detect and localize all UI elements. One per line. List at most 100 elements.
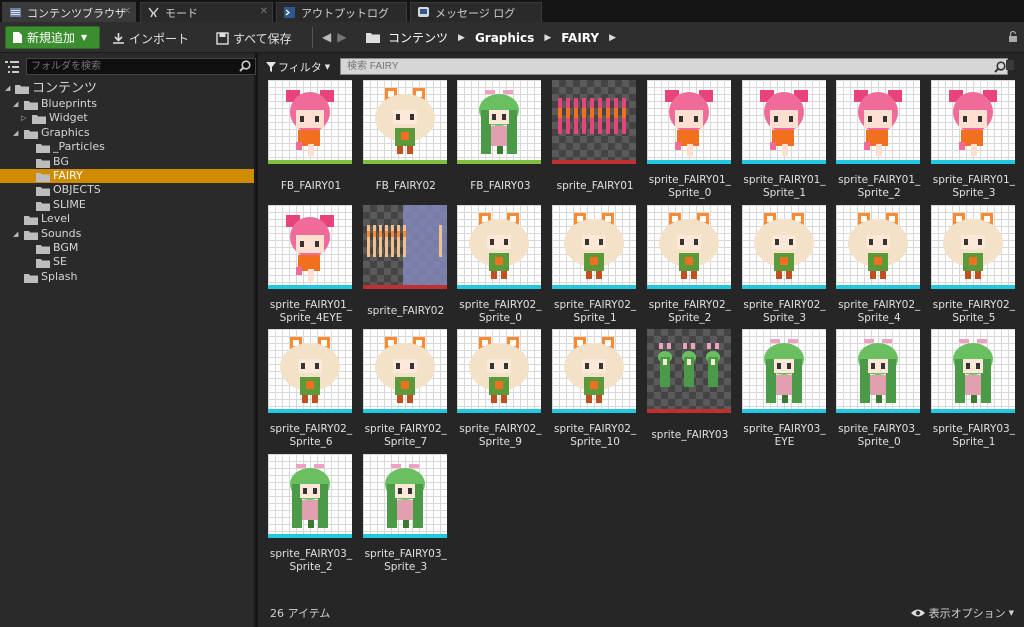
asset-tile[interactable]: sprite_FAIRY02_ Sprite_4 xyxy=(834,204,924,325)
asset-tile[interactable]: sprite_FAIRY01_ Sprite_4EYE xyxy=(266,204,356,325)
chevron-right-icon[interactable]: ▶ xyxy=(609,33,616,43)
tree-item-splash[interactable]: Splash xyxy=(0,270,254,284)
lock-icon[interactable] xyxy=(1008,31,1018,42)
tree-item-bgm[interactable]: BGM xyxy=(0,241,254,255)
tree-item-content[interactable]: ◢ コンテンツ xyxy=(0,80,254,97)
tree-item-bg[interactable]: BG xyxy=(0,155,254,169)
asset-type-strip xyxy=(646,284,731,289)
tab-output-log[interactable]: アウトプットログ xyxy=(276,2,407,22)
breadcrumb-item[interactable]: コンテンツ xyxy=(388,29,448,46)
asset-type-strip xyxy=(741,160,826,164)
asset-name: FB_FAIRY02 xyxy=(375,180,436,192)
asset-tile[interactable]: sprite_FAIRY03_ EYE xyxy=(740,329,830,449)
folder-icon xyxy=(24,101,38,110)
asset-tile[interactable]: sprite_FAIRY03_ Sprite_2 xyxy=(266,453,356,574)
tree-item-objects[interactable]: OBJECTS xyxy=(0,183,254,197)
asset-tile[interactable]: sprite_FAIRY02_ Sprite_6 xyxy=(266,329,356,449)
expanded-arrow-icon[interactable]: ◢ xyxy=(5,80,10,97)
asset-thumbnail xyxy=(836,80,921,164)
asset-tile[interactable]: sprite_FAIRY01_ Sprite_0 xyxy=(645,80,735,200)
tab-message-log[interactable]: メッセージ ログ xyxy=(410,2,542,22)
expanded-arrow-icon[interactable]: ◢ xyxy=(13,227,18,241)
fairy-thumbnail-art xyxy=(942,212,1003,279)
asset-tile[interactable]: sprite_FAIRY01 xyxy=(550,80,640,200)
tree-item-fairy[interactable]: FAIRY xyxy=(0,168,254,184)
scrollbar[interactable] xyxy=(1006,60,1014,70)
tree-item-particles[interactable]: _Particles xyxy=(0,140,254,154)
asset-tile[interactable]: sprite_FAIRY02_ Sprite_0 xyxy=(455,204,545,325)
asset-search-input[interactable] xyxy=(340,58,1008,75)
folder-icon xyxy=(24,129,38,139)
asset-tile[interactable]: sprite_FAIRY01_ Sprite_2 xyxy=(834,80,924,200)
asset-tile[interactable]: FB_FAIRY02 xyxy=(361,80,451,200)
tab-modes[interactable]: モード ✕ xyxy=(140,2,273,22)
fairy-thumbnail-art xyxy=(759,90,808,156)
asset-tile[interactable]: sprite_FAIRY02_ Sprite_3 xyxy=(740,204,830,325)
tree-item-label: BGM xyxy=(53,240,79,254)
asset-name: sprite_FAIRY03_ Sprite_3 xyxy=(364,547,447,573)
folder-tree: ◢ コンテンツ ◢ Blueprints ▷ Widget ◢ Graphics _Part… xyxy=(0,80,254,284)
filter-button[interactable]: フィルタ ▼ xyxy=(266,58,330,75)
asset-tile[interactable]: FB_FAIRY01 xyxy=(266,80,356,200)
tree-item-se[interactable]: SE xyxy=(0,255,254,269)
asset-tile[interactable]: sprite_FAIRY02_ Sprite_5 xyxy=(929,204,1019,325)
asset-type-strip xyxy=(646,160,731,164)
toolbar-divider xyxy=(312,27,313,48)
asset-tile[interactable]: sprite_FAIRY03 xyxy=(645,329,735,449)
output-log-icon xyxy=(283,6,296,19)
tree-item-widget[interactable]: ▷ Widget xyxy=(0,111,254,125)
chevron-right-icon[interactable]: ▶ xyxy=(458,33,465,43)
fairy-thumbnail-art xyxy=(479,90,520,154)
collapsed-arrow-icon[interactable]: ▷ xyxy=(21,111,26,125)
close-icon[interactable]: ✕ xyxy=(260,6,268,17)
filter-bar: フィルタ ▼ xyxy=(266,58,1014,75)
asset-tile[interactable]: sprite_FAIRY03_ Sprite_3 xyxy=(361,453,451,574)
asset-tile[interactable]: sprite_FAIRY02_ Sprite_2 xyxy=(645,204,735,325)
asset-tile[interactable]: FB_FAIRY03 xyxy=(455,80,545,200)
tree-item-blueprints[interactable]: ◢ Blueprints xyxy=(0,97,254,111)
expanded-arrow-icon[interactable]: ◢ xyxy=(13,97,18,111)
asset-tile[interactable]: sprite_FAIRY03_ Sprite_1 xyxy=(929,329,1019,449)
breadcrumb-item[interactable]: FAIRY xyxy=(561,31,599,45)
asset-tile[interactable]: sprite_FAIRY02_ Sprite_7 xyxy=(361,329,451,449)
asset-tile[interactable]: sprite_FAIRY02_ Sprite_10 xyxy=(550,329,640,449)
import-label: インポート xyxy=(129,31,190,46)
view-options-button[interactable]: 表示オプション ▼ xyxy=(910,605,1014,621)
close-icon[interactable]: ✕ xyxy=(123,6,131,17)
tree-item-slime[interactable]: SLIME xyxy=(0,198,254,212)
folder-icon xyxy=(366,33,380,43)
asset-tile[interactable]: sprite_FAIRY03_ Sprite_0 xyxy=(834,329,924,449)
fairy-thumbnail-art xyxy=(564,337,625,403)
breadcrumb-item[interactable]: Graphics xyxy=(475,31,534,45)
asset-tile[interactable]: sprite_FAIRY01_ Sprite_1 xyxy=(740,80,830,200)
fairy-thumbnail-art xyxy=(469,212,530,279)
save-all-button[interactable]: すべて保存 xyxy=(216,28,292,48)
tree-item-level[interactable]: Level xyxy=(0,212,254,226)
asset-type-strip xyxy=(930,160,1015,164)
folder-search-input[interactable] xyxy=(26,58,256,75)
asset-tile[interactable]: sprite_FAIRY02 xyxy=(361,204,451,325)
import-button[interactable]: インポート xyxy=(112,28,189,48)
asset-thumbnail xyxy=(552,80,637,164)
add-new-button[interactable]: 新規追加 ▼ xyxy=(5,26,100,49)
search-icon xyxy=(994,61,1006,73)
asset-thumbnail xyxy=(836,204,921,289)
tree-toggle-icon[interactable] xyxy=(4,59,20,75)
back-arrow-icon[interactable]: ◀ xyxy=(322,30,337,44)
asset-thumbnail xyxy=(268,453,352,538)
tree-item-sounds[interactable]: ◢ Sounds xyxy=(0,227,254,241)
asset-name: sprite_FAIRY02_ Sprite_5 xyxy=(932,298,1015,324)
asset-tile[interactable]: sprite_FAIRY02_ Sprite_1 xyxy=(550,204,640,325)
expanded-arrow-icon[interactable]: ◢ xyxy=(13,126,18,140)
asset-tile[interactable]: sprite_FAIRY02_ Sprite_9 xyxy=(455,329,545,449)
chevron-right-icon[interactable]: ▶ xyxy=(544,33,551,43)
breadcrumb: コンテンツ ▶ Graphics ▶ FAIRY ▶ xyxy=(366,29,626,46)
asset-type-strip xyxy=(836,284,921,289)
tab-content-browser[interactable]: コンテンツブラウザ ✕ xyxy=(2,2,136,22)
tree-item-label: Widget xyxy=(49,111,88,125)
asset-thumbnail xyxy=(457,204,542,289)
asset-thumbnail xyxy=(741,329,826,413)
forward-arrow-icon[interactable]: ▶ xyxy=(337,30,352,44)
asset-tile[interactable]: sprite_FAIRY01_ Sprite_3 xyxy=(929,80,1019,200)
tree-item-graphics[interactable]: ◢ Graphics xyxy=(0,126,254,140)
